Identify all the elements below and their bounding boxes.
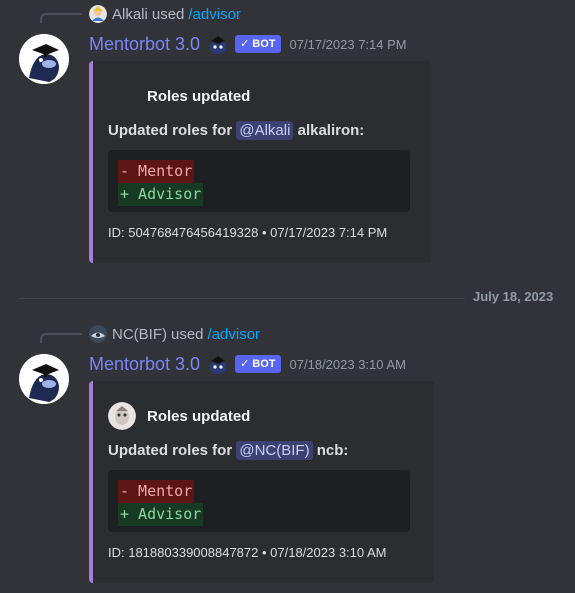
reply-username[interactable]: NC(BIF) <box>112 326 167 343</box>
reply-used-text: used <box>171 325 204 343</box>
desc-prefix: Updated roles for <box>108 122 233 139</box>
bot-name[interactable]: Mentorbot 3.0 <box>89 354 200 375</box>
command-name[interactable]: /advisor <box>208 326 261 343</box>
user-mention[interactable]: @NC(BIF) <box>236 441 313 460</box>
embed-footer: ID: 181880339008847872 • 07/18/2023 3:10… <box>108 545 387 560</box>
embed-author: Roles updated <box>108 82 250 110</box>
bot-badge: ✓ BOT <box>235 355 281 373</box>
embed-description: Updated roles for @NC(BIF) ncb: <box>108 441 349 460</box>
command-name[interactable]: /advisor <box>188 6 241 23</box>
user-avatar-icon[interactable] <box>89 5 107 23</box>
diff-added-line: + Advisor <box>118 503 204 526</box>
diff-code-block: - Mentor + Advisor <box>108 470 410 532</box>
embed-author-name: Roles updated <box>147 87 251 105</box>
verified-check-icon: ✓ <box>240 38 250 50</box>
embed-footer: ID: 504768476456419328 • 07/17/2023 7:14… <box>108 225 388 240</box>
bot-avatar[interactable] <box>19 34 69 84</box>
reply-connector <box>40 333 82 343</box>
bot-emoji-icon <box>207 33 229 55</box>
message-header: Mentorbot 3.0 ✓ BOT 07/17/2023 7:14 PM <box>89 32 407 56</box>
embed-author: Roles updated <box>108 402 250 430</box>
bot-badge-label: BOT <box>252 38 276 50</box>
bot-name[interactable]: Mentorbot 3.0 <box>89 34 200 55</box>
user-mention[interactable]: @Alkali <box>236 121 294 140</box>
message-timestamp[interactable]: 07/17/2023 7:14 PM <box>290 37 407 52</box>
embed-card: Roles updated Updated roles for @NC(BIF)… <box>89 381 434 583</box>
message-timestamp[interactable]: 07/18/2023 3:10 AM <box>290 357 406 372</box>
diff-removed-line: - Mentor <box>118 480 195 503</box>
date-divider-label: July 18, 2023 <box>465 289 562 304</box>
command-reply[interactable]: Alkali used /advisor <box>89 4 241 24</box>
reply-used-text: used <box>151 5 185 23</box>
desc-prefix: Updated roles for <box>108 442 233 459</box>
embed-author-name: Roles updated <box>147 407 251 425</box>
bot-badge-label: BOT <box>252 358 276 370</box>
message-header: Mentorbot 3.0 ✓ BOT 07/18/2023 3:10 AM <box>89 352 406 376</box>
bot-badge: ✓ BOT <box>235 35 281 53</box>
diff-added-line: + Advisor <box>118 183 204 206</box>
reply-username[interactable]: Alkali <box>112 6 148 23</box>
embed-card: Roles updated Updated roles for @Alkali … <box>89 61 431 263</box>
reply-connector <box>40 13 82 23</box>
embed-description: Updated roles for @Alkali alkaliron: <box>108 121 365 140</box>
command-reply[interactable]: NC(BIF) used /advisor <box>89 324 260 344</box>
desc-username: ncb: <box>316 442 349 459</box>
user-avatar-icon[interactable] <box>89 325 107 343</box>
diff-removed-line: - Mentor <box>118 160 195 183</box>
desc-username: alkaliron: <box>297 122 365 139</box>
bot-avatar[interactable] <box>19 354 69 404</box>
verified-check-icon: ✓ <box>240 358 250 370</box>
diff-code-block: - Mentor + Advisor <box>108 150 410 212</box>
author-avatar-icon <box>108 402 136 430</box>
bot-emoji-icon <box>207 353 229 375</box>
author-icon <box>108 82 136 110</box>
